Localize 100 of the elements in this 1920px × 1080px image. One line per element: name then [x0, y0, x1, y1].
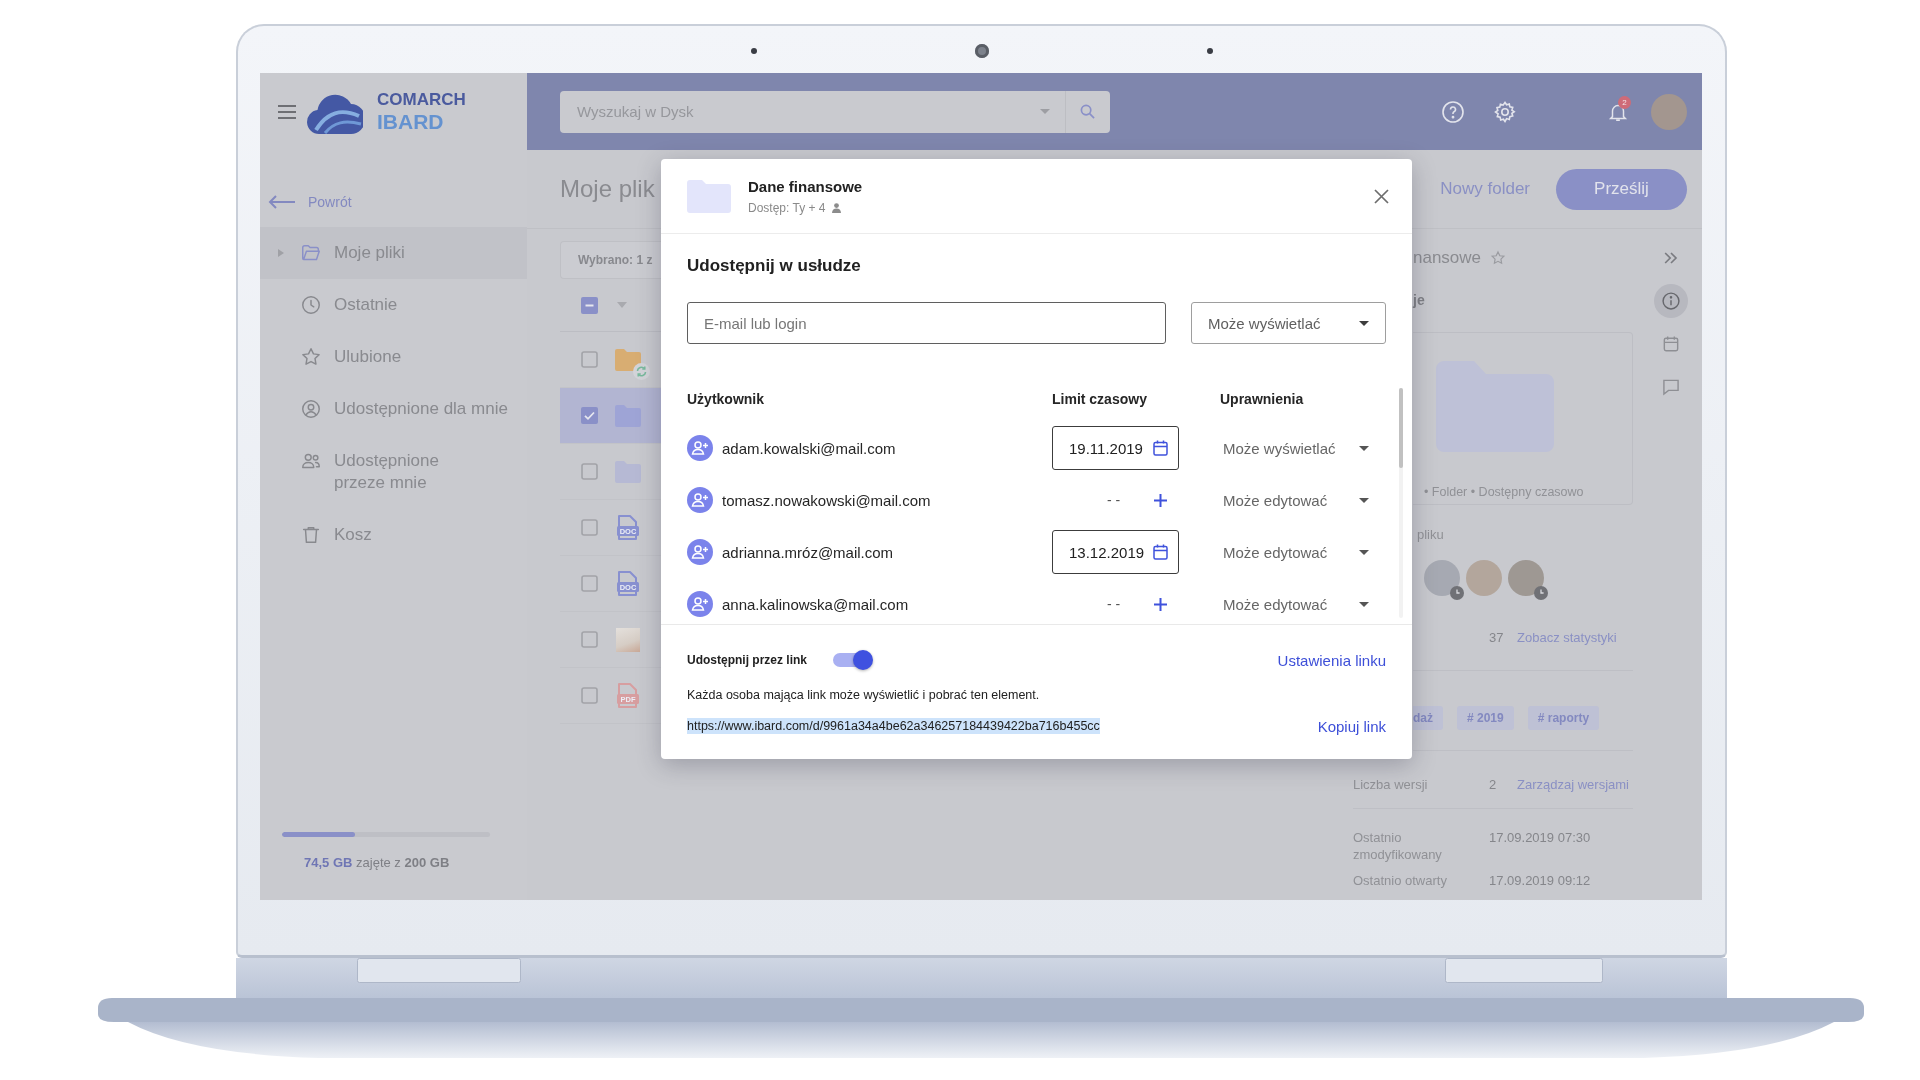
link-settings[interactable]: Ustawienia linku — [1277, 651, 1386, 669]
selection-summary: Wybrano: 1 z — [560, 241, 661, 279]
no-limit-text: - - — [1107, 596, 1121, 612]
back-link[interactable]: Powrót — [260, 182, 362, 222]
sidebar-item[interactable]: Moje pliki — [260, 227, 527, 279]
versions-count: 2 — [1489, 775, 1498, 793]
select-all-checkbox[interactable] — [581, 296, 598, 314]
caret-down-icon[interactable] — [1040, 109, 1050, 114]
sensor-icon — [750, 48, 757, 54]
person-plus-icon — [687, 539, 713, 565]
caret-down-icon — [1359, 320, 1369, 326]
checkbox[interactable] — [581, 351, 598, 368]
caret-right-icon[interactable] — [278, 249, 284, 257]
checkbox[interactable] — [581, 631, 598, 648]
scrollbar-thumb[interactable] — [1399, 388, 1403, 468]
checkbox[interactable] — [581, 463, 598, 480]
email-field[interactable]: E-mail lub login — [687, 302, 1166, 344]
checkbox[interactable] — [581, 575, 598, 592]
calendar-icon — [1661, 334, 1681, 354]
checkbox[interactable] — [581, 687, 598, 704]
section-title: je — [1413, 291, 1426, 310]
section-heading: Udostępnij w usłudze — [687, 255, 862, 277]
image-thumbnail — [616, 627, 640, 652]
page-title: Moje plik — [560, 175, 655, 203]
avatar[interactable] — [1466, 560, 1502, 596]
close-icon[interactable] — [1374, 188, 1389, 204]
comment-icon — [1661, 377, 1681, 397]
date-field[interactable]: 13.12.2019 — [1052, 530, 1179, 574]
sidebar-item[interactable]: Kosz — [260, 509, 527, 561]
tag[interactable]: daż — [1413, 706, 1443, 730]
column-header: Uprawnienia — [1220, 391, 1304, 407]
permission-dropdown[interactable]: Może wyświetlać — [1223, 439, 1369, 457]
access-summary: Dostęp: Ty + 4 — [748, 199, 826, 216]
storage-usage-text: 74,5 GB zajęte z 200 GB — [304, 854, 450, 872]
manage-versions-link[interactable]: Zarządzaj wersjami — [1517, 776, 1629, 792]
permission-dropdown[interactable]: Może edytować — [1223, 595, 1369, 613]
info-icon — [1661, 291, 1681, 311]
scrollbar[interactable] — [1399, 388, 1403, 618]
clock-icon — [300, 294, 322, 316]
panel-title: nansowe — [1413, 248, 1482, 268]
share-url[interactable]: https://www.ibard.com/d/9961a34a4be62a346257184439422ba716b455cc — [687, 718, 1100, 734]
dialog-title: Dane finansowe — [748, 176, 863, 197]
person-circle-icon — [300, 398, 322, 420]
calendar-icon[interactable] — [1153, 544, 1168, 560]
date-label: Ostatnio otwarty — [1353, 872, 1448, 889]
link-sharing-toggle[interactable] — [831, 650, 873, 670]
date-label: Ostatnio zmodyfikowany — [1353, 829, 1443, 863]
avatar[interactable] — [1508, 560, 1544, 596]
permission-dropdown[interactable]: Może edytować — [1223, 543, 1369, 561]
info-tab[interactable] — [1654, 284, 1688, 318]
checkbox[interactable] — [581, 519, 598, 536]
settings-icon[interactable] — [1493, 99, 1517, 124]
sidebar-item[interactable]: Ulubione — [260, 331, 527, 383]
sidebar-item[interactable]: Udostępnione dla mnie — [260, 383, 527, 435]
help-icon[interactable] — [1441, 99, 1465, 124]
sidebar-item[interactable]: Ostatnie — [260, 279, 527, 331]
copy-link[interactable]: Kopiuj link — [1317, 717, 1386, 735]
link-sharing-label: Udostępnij przez link — [687, 653, 807, 667]
menu-icon[interactable] — [278, 104, 296, 119]
statistics-link[interactable]: Zobacz statystyki — [1517, 629, 1617, 645]
date-value: 17.09.2019 09:12 — [1489, 872, 1591, 889]
person-icon — [831, 202, 841, 213]
star-icon[interactable] — [1490, 250, 1507, 266]
notification-badge: 2 — [1618, 95, 1631, 109]
avatar[interactable] — [1651, 93, 1687, 130]
folder-icon — [687, 179, 731, 213]
clock-icon — [1450, 586, 1464, 600]
clock-icon — [1534, 586, 1548, 600]
stat-count: 37 — [1489, 629, 1505, 645]
logo-product-text: IBARD — [377, 109, 445, 134]
new-folder-link[interactable]: Nowy folder — [1440, 179, 1530, 199]
checkbox[interactable] — [581, 407, 598, 424]
user-email: adrianna.mróz@mail.com — [722, 543, 894, 561]
calendar-icon[interactable] — [1153, 440, 1168, 456]
plus-icon[interactable] — [1154, 493, 1168, 507]
search-icon[interactable] — [1080, 104, 1095, 119]
user-email: anna.kalinowska@mail.com — [722, 595, 909, 613]
date-value: 17.09.2019 07:30 — [1489, 829, 1591, 846]
caret-down-icon — [1359, 445, 1369, 451]
caret-down-icon[interactable] — [617, 302, 627, 308]
user-email: tomasz.nowakowski@mail.com — [722, 491, 931, 509]
person-plus-icon — [687, 487, 713, 513]
preview-caption: • Folder • Dostępny czasowo — [1424, 484, 1584, 500]
permission-select[interactable]: Może wyświetlać — [1191, 302, 1386, 344]
permission-dropdown[interactable]: Może edytować — [1223, 491, 1369, 509]
avatar[interactable] — [1424, 560, 1460, 596]
tag[interactable]: # 2019 — [1457, 706, 1514, 730]
file-row[interactable] — [560, 388, 661, 444]
caret-down-icon — [1359, 601, 1369, 607]
tag[interactable]: # raporty — [1527, 706, 1600, 730]
logo-company-text: COMARCH — [377, 89, 466, 110]
date-field[interactable]: 19.11.2019 — [1052, 426, 1179, 470]
upload-button[interactable]: Prześlij — [1556, 168, 1687, 210]
folder-icon — [615, 348, 641, 371]
sidebar-item[interactable]: Udostępnione przeze mnie — [260, 435, 527, 509]
plus-icon[interactable] — [1154, 597, 1168, 611]
sync-icon — [633, 362, 650, 380]
caret-down-icon — [1359, 549, 1369, 555]
sensor-icon — [1206, 48, 1213, 54]
column-header: Użytkownik — [687, 391, 764, 407]
